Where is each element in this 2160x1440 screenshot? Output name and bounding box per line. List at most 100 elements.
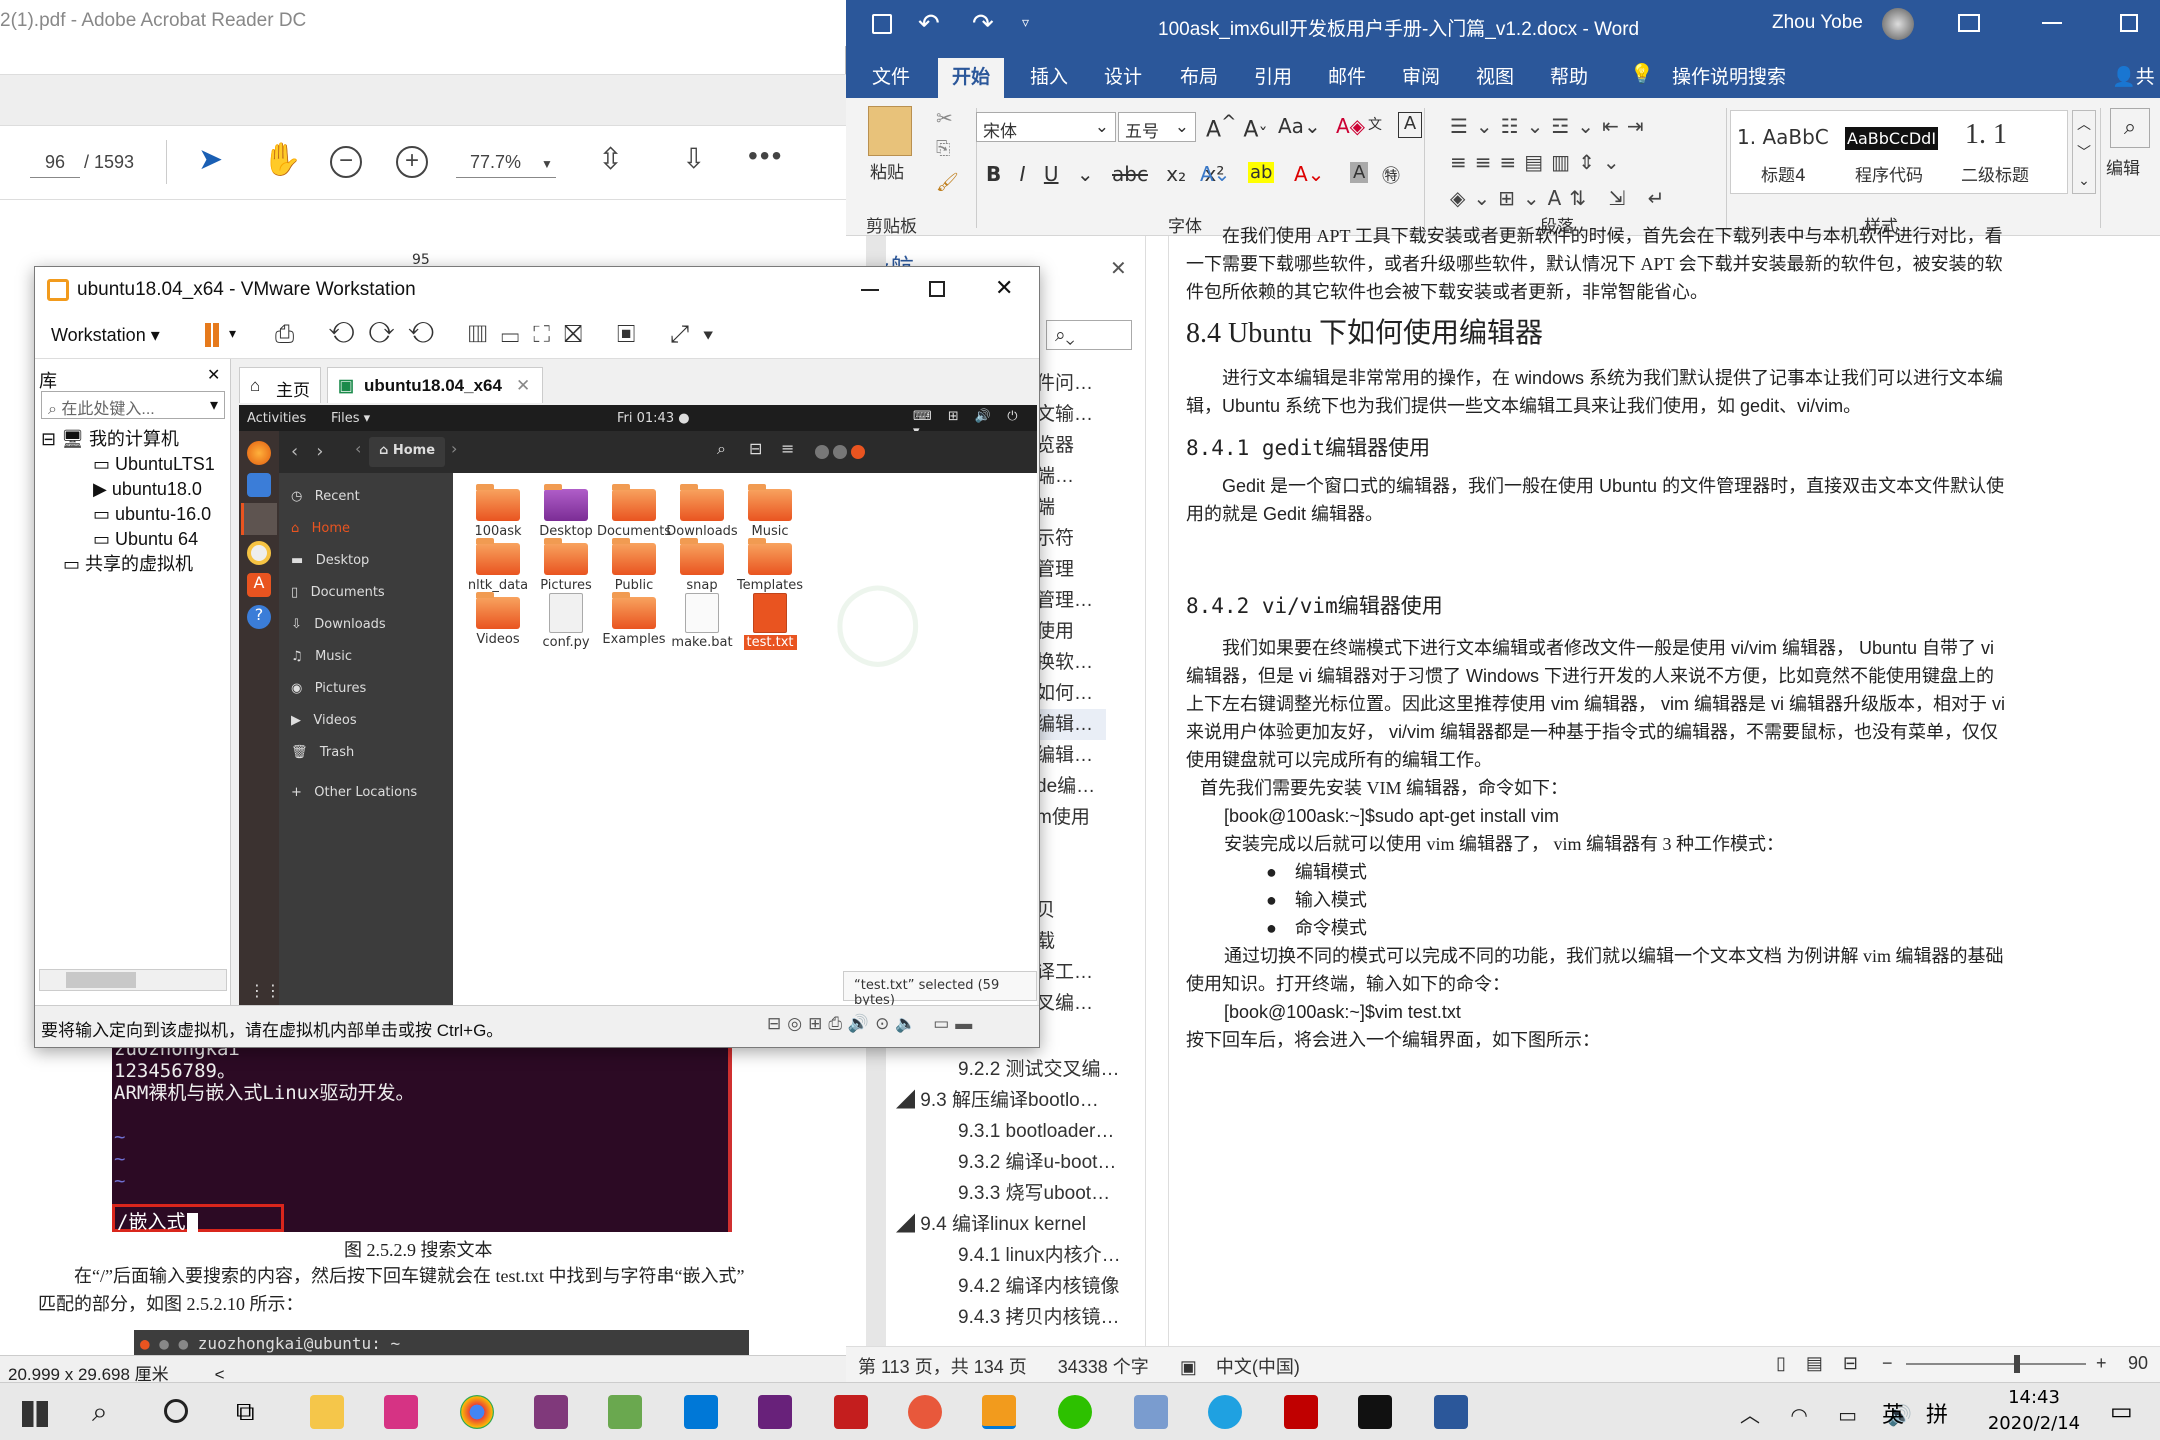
back-forward-icon[interactable]: ‹› [291,441,341,462]
path-right-icon[interactable]: › [451,439,457,458]
tell-me-search[interactable]: 操作说明搜索 [1672,62,1786,89]
nav-item[interactable]: 叉编… [1036,988,1106,1019]
ime-mode[interactable]: 拼 [1926,1397,1948,1429]
more-tools-icon[interactable]: ••• [748,140,783,172]
tab-design[interactable]: 设计 [1104,62,1142,89]
nav-item[interactable]: 编辑… [1036,740,1106,771]
share-button[interactable]: 👤共 [2112,62,2155,89]
nav-item[interactable]: 载 [1036,926,1106,957]
tab-help[interactable]: 帮助 [1550,62,1588,89]
software-center-icon[interactable]: A [247,573,271,597]
char-shading-icon[interactable]: A [1350,162,1369,183]
nav-item-selected[interactable]: 编辑… [1036,709,1106,740]
tree-item[interactable]: ▭ 共享的虚拟机 [41,552,215,577]
nav-item[interactable]: 9.4.2 编译内核镜像 [896,1271,1121,1302]
minimize-icon[interactable] [861,289,879,291]
place-desktop[interactable]: ▬ Desktop [291,545,451,577]
maximize-icon[interactable] [929,281,945,297]
tree-item[interactable]: ▭ ubuntu-16.0 [41,502,215,527]
nav-item[interactable]: 9.3.2 编译u-boot… [896,1147,1121,1178]
search-icon[interactable]: ⌕ [717,439,748,459]
place-recent[interactable]: ◷ Recent [291,481,451,513]
paste-icon[interactable] [868,106,912,156]
language[interactable]: 中文(中国) [1216,1357,1300,1377]
zoom-out-icon[interactable]: − [330,146,362,178]
file-folder[interactable]: Music [725,484,815,539]
copy-icon[interactable]: ⎘ [936,138,950,159]
nav-item[interactable]: m使用 [1036,802,1106,833]
highlight-icon[interactable]: ab [1248,162,1275,183]
tree-item[interactable]: ▭ UbuntuLTS1 [41,452,215,477]
close-icon[interactable]: ✕ [995,275,1013,301]
nav-item[interactable]: 换软… [1036,647,1106,678]
ribbon-display-icon[interactable] [1958,14,1980,32]
path-home[interactable]: ⌂ Home [369,437,446,467]
font-format-icons[interactable]: B I U ⌄ abc x₂ x² [986,162,1224,186]
text-effects-icon[interactable]: A⌄ [1200,162,1230,186]
hand-tool-icon[interactable]: ✋ [262,140,302,178]
view-mode-icons[interactable]: ▯▤⊟ [1776,1353,1878,1374]
onenote-icon[interactable] [534,1395,568,1429]
font-name-select[interactable]: 宋体 ⌄ [976,112,1116,142]
style-name[interactable]: 程序代码 [1855,161,1923,186]
path-left-icon[interactable]: ‹ [355,439,361,458]
maximize-icon[interactable] [2120,14,2138,32]
tab-file[interactable]: 文件 [872,62,910,89]
grow-font-icon[interactable]: A^ Aˇ [1206,112,1268,147]
place-music[interactable]: ♫ Music [291,641,451,673]
firefox-icon[interactable] [247,441,271,465]
close-icon[interactable]: ✕ [1110,256,1127,281]
clock[interactable]: Fri 01:43 ● [617,411,690,426]
notification-icon[interactable]: ▭ [2110,1397,2133,1425]
save-icon[interactable] [872,14,892,34]
power-menu-icon[interactable]: ▾ [229,325,236,342]
document-area[interactable]: 在我们使用 APT 工具下载安装或者更新软件的时候，首先会在下载列表中与本机软件… [866,226,2160,1346]
task-view-icon[interactable]: ⧉ [236,1397,255,1428]
style-preview[interactable]: 1. AaBbC [1737,125,1829,149]
device-icons[interactable]: ⊟◎⊞⎙🔊⊙🔈 ▭▬ [767,1014,978,1034]
app-icon[interactable] [908,1395,942,1429]
editing-button[interactable]: 编辑 [2106,154,2140,179]
nav-item[interactable]: 9.3.3 烧写uboot… [896,1178,1121,1209]
tab-layout[interactable]: 布局 [1180,62,1218,89]
enclose-char-icon[interactable]: ㊕ [1382,162,1400,188]
start-icon[interactable] [22,1401,48,1427]
app-icon[interactable] [1134,1395,1168,1429]
nav-item[interactable]: 管理 [1036,554,1106,585]
font-color-icon[interactable]: A⌄ [1294,162,1324,186]
close-icon[interactable] [851,445,865,459]
file-explorer-icon[interactable] [310,1395,344,1429]
ime-indicator[interactable]: 英 [1882,1397,1904,1429]
phonetic-guide-icon[interactable]: 文 [1368,114,1382,134]
place-home[interactable]: ⌂ Home [291,513,451,545]
cut-icon[interactable]: ✂ [936,106,953,130]
avatar[interactable] [1882,8,1914,40]
tab-review[interactable]: 审阅 [1402,62,1440,89]
nav-item[interactable]: 管理… [1036,585,1106,616]
tree-item[interactable]: ▶ ubuntu18.0 [41,477,215,502]
nav-item-expanded[interactable]: ◢ 9.3 解压编译bootlo… [896,1085,1121,1116]
wechat-icon[interactable] [1058,1395,1092,1429]
scroll-mode-icon[interactable]: ⇩ [682,142,705,175]
vm-guest-screen[interactable]: Activities Files ▾ Fri 01:43 ● ⌨ ⊞ 🔊 ⏻ ▾… [239,405,1037,1008]
zoom-out-icon[interactable]: − [1882,1353,1893,1374]
place-trash[interactable]: 🗑 Trash [291,737,451,769]
clock-date[interactable]: 2020/2/14 [1966,1413,2102,1434]
nav-item[interactable]: 9.2.2 测试交叉编… [896,1054,1121,1085]
app-grid-icon[interactable]: ⋮⋮ [249,981,281,1000]
minimize-icon[interactable] [2042,22,2062,24]
tree-item[interactable]: ⊟ 🖥 我的计算机 [41,427,215,452]
style-name[interactable]: 二级标题 [1961,161,2029,186]
nav-item[interactable]: 示符 [1036,523,1106,554]
fit-page-icon[interactable]: ⇳ [598,142,623,177]
notepadpp-icon[interactable] [608,1395,642,1429]
acrobat-icon[interactable] [1284,1395,1318,1429]
redo-icon[interactable]: ↷ [972,8,994,39]
tab-view[interactable]: 视图 [1476,62,1514,89]
minimize-icon[interactable] [815,445,829,459]
terminal-icon[interactable] [1358,1395,1392,1429]
file-test-selected[interactable]: test.txt [725,593,815,650]
vscode-icon[interactable] [684,1395,718,1429]
help-icon[interactable]: ? [247,605,271,629]
files-icon[interactable] [241,503,277,535]
